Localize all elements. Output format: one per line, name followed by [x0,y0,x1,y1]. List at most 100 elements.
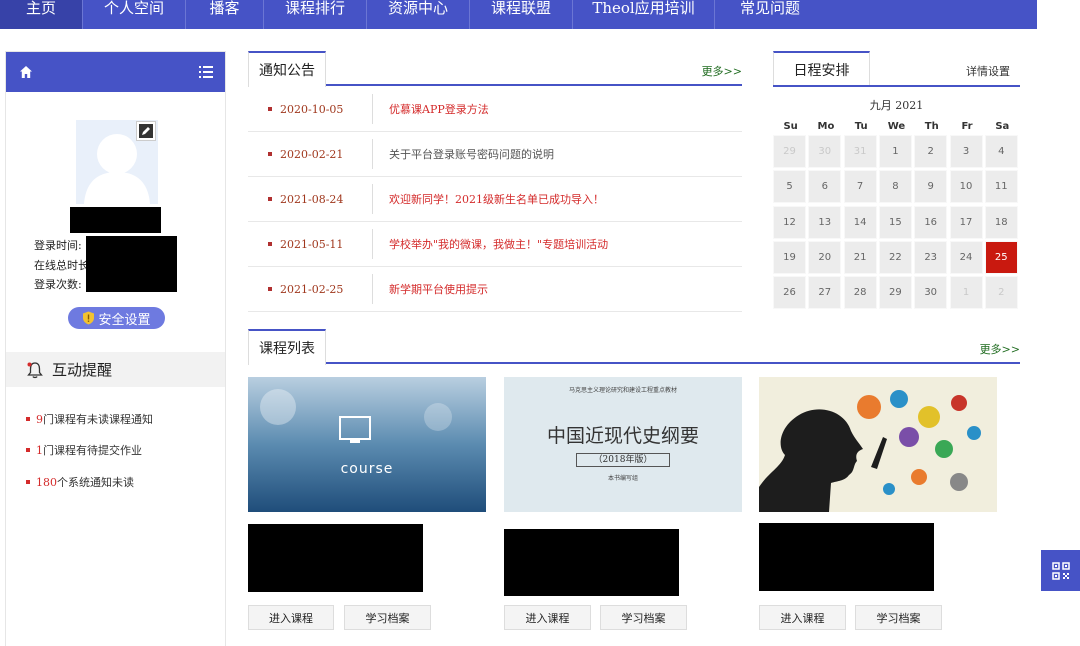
schedule-tab[interactable]: 日程安排 [773,51,870,87]
study-archive-button[interactable]: 学习档案 [600,605,687,630]
notice-more-link[interactable]: 更多>> [702,63,742,79]
calendar-day[interactable]: 14 [843,205,877,239]
calendar-day[interactable]: 1 [878,135,912,168]
reminder-system-notices[interactable]: 180 个系统通知未读 [26,474,134,490]
course-cover[interactable] [759,377,997,512]
notice-title[interactable]: 关于平台登录账号密码问题的说明 [389,146,554,162]
weekday-label: Fr [961,121,973,132]
reminder-pending-homework[interactable]: 1 门课程有待提交作业 [26,442,142,458]
calendar-day[interactable]: 8 [878,170,912,204]
study-archive-button[interactable]: 学习档案 [855,605,942,630]
calendar-day[interactable]: 17 [949,205,983,239]
notice-date: 2021-08-24 [280,192,344,206]
home-icon[interactable] [19,65,33,79]
calendar-day[interactable]: 5 [773,170,806,204]
calendar-day[interactable]: 28 [843,276,877,310]
calendar-day[interactable]: 19 [773,240,806,274]
calendar-day-outside[interactable]: 1 [949,276,983,310]
calendar-day[interactable]: 13 [808,205,842,239]
notice-tab[interactable]: 通知公告 [248,51,326,87]
course-list-header: 课程列表 更多>> [248,329,1020,365]
bullet [268,152,272,156]
notice-row[interactable]: 2020-10-05 优慕课APP登录方法 [248,87,742,132]
login-time-label: 登录时间: [34,239,82,252]
schedule-calendar: 日程安排 详情设置 九月 2021 Su Mo Tu We Th Fr Sa 2… [773,51,1020,311]
calendar-day[interactable]: 18 [984,205,1018,239]
calendar-day[interactable]: 25 [984,240,1018,274]
enter-course-button[interactable]: 进入课程 [504,605,591,630]
divider [372,229,373,259]
course-list-tab[interactable]: 课程列表 [248,329,326,365]
nav-item-course-ranking[interactable]: 课程排行 [264,0,367,29]
calendar-day[interactable]: 2 [914,135,948,168]
notice-title[interactable]: 新学期平台使用提示 [389,281,488,297]
calendar-day[interactable]: 22 [878,240,912,274]
course-name-redacted [504,529,679,596]
calendar-day[interactable]: 16 [914,205,948,239]
weekday-label: Th [924,121,939,132]
security-settings-button[interactable]: 安全设置 [68,307,165,329]
interact-reminder-title: 互动提醒 [52,361,113,379]
divider [372,139,373,169]
calendar-day[interactable]: 24 [949,240,983,274]
bullet [268,197,272,201]
calendar-day[interactable]: 9 [914,170,948,204]
calendar-day[interactable]: 29 [878,276,912,310]
qr-code-button[interactable] [1041,550,1080,591]
reminder-text: 门课程有未读课程通知 [43,413,153,426]
calendar-day[interactable]: 21 [843,240,877,274]
notice-title[interactable]: 学校举办"我的微课，我做主！"专题培训活动 [389,236,608,252]
notice-row[interactable]: 2021-02-25 新学期平台使用提示 [248,267,742,312]
calendar-day-outside[interactable]: 2 [984,276,1018,310]
calendar-day[interactable]: 3 [949,135,983,168]
notice-row[interactable]: 2020-02-21 关于平台登录账号密码问题的说明 [248,132,742,177]
notice-title[interactable]: 优慕课APP登录方法 [389,101,489,117]
notice-row[interactable]: 2021-05-11 学校举办"我的微课，我做主！"专题培训活动 [248,222,742,267]
edit-avatar-icon[interactable] [136,121,156,141]
nav-item-personal-space[interactable]: 个人空间 [83,0,186,29]
course-more-link[interactable]: 更多>> [980,341,1020,357]
nav-item-theol-training[interactable]: Theol应用培训 [573,0,715,29]
nav-item-resource-center[interactable]: 资源中心 [367,0,470,29]
nav-item-home[interactable]: 主页 [0,0,83,29]
course-cover-text: course [340,461,394,477]
calendar-day-outside[interactable]: 31 [843,135,877,168]
course-cover[interactable]: course [248,377,486,512]
calendar-day[interactable]: 7 [843,170,877,204]
calendar-day[interactable]: 20 [808,240,842,274]
notice-row[interactable]: 2021-08-24 欢迎新同学！2021级新生名单已成功导入！ [248,177,742,222]
calendar-day[interactable]: 27 [808,276,842,310]
enter-course-button[interactable]: 进入课程 [248,605,334,630]
nav-item-faq[interactable]: 常见问题 [715,0,825,29]
enter-course-button[interactable]: 进入课程 [759,605,846,630]
notice-date: 2020-02-21 [280,147,344,161]
login-count-label: 登录次数: [34,278,82,291]
calendar-day[interactable]: 10 [949,170,983,204]
course-card: 进入课程 学习档案 [759,377,997,630]
calendar-day[interactable]: 26 [773,276,806,310]
calendar-day-outside[interactable]: 29 [773,135,806,168]
reminder-text: 门课程有待提交作业 [43,444,142,457]
course-cover-title: 中国近现代史纲要 [546,425,699,447]
calendar-day[interactable]: 30 [914,276,948,310]
course-cover[interactable]: 马克思主义理论研究和建设工程重点教材 中国近现代史纲要 （2018年版） 本书编… [504,377,742,512]
calendar-day[interactable]: 6 [808,170,842,204]
nav-item-podcast[interactable]: 播客 [186,0,264,29]
list-menu-icon[interactable] [199,66,213,78]
top-nav: 主页 个人空间 播客 课程排行 资源中心 课程联盟 Theol应用培训 常见问题 [0,0,1037,29]
course-list: 课程列表 更多>> course 进入课程 学习档案 马克思主义理论研究和建设工… [248,329,1020,646]
study-archive-button[interactable]: 学习档案 [344,605,431,630]
calendar-day[interactable]: 11 [984,170,1018,204]
calendar-settings-link[interactable]: 详情设置 [966,63,1010,79]
calendar-day[interactable]: 15 [878,205,912,239]
bullet [268,287,272,291]
calendar-day-outside[interactable]: 30 [808,135,842,168]
calendar-day[interactable]: 23 [914,240,948,274]
nav-item-course-alliance[interactable]: 课程联盟 [470,0,573,29]
thinking-head-illustration [759,377,997,512]
reminder-count: 1 [36,443,43,457]
notice-title[interactable]: 欢迎新同学！2021级新生名单已成功导入！ [389,191,604,207]
reminder-unread-notices[interactable]: 9 门课程有未读课程通知 [26,411,153,427]
calendar-day[interactable]: 4 [984,135,1018,168]
calendar-day[interactable]: 12 [773,205,806,239]
